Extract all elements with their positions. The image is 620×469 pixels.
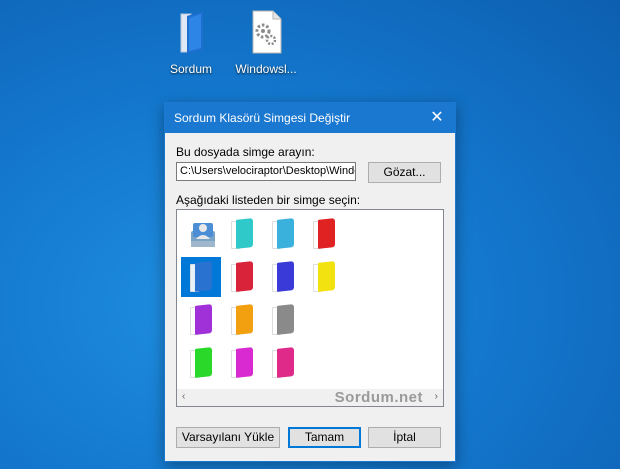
scroll-right-icon[interactable]: › [435, 391, 438, 402]
icon-cell[interactable] [181, 300, 221, 340]
icon-cell[interactable] [181, 257, 221, 297]
icon-cell[interactable] [263, 300, 303, 340]
desktop-icon-label: Windowsl... [235, 62, 297, 76]
load-default-button[interactable]: Varsayılanı Yükle [176, 427, 280, 448]
close-icon[interactable]: ✕ [419, 103, 455, 133]
file-search-label: Bu dosyada simge arayın: [176, 145, 315, 159]
blue-folder-icon [167, 8, 215, 56]
dialog-title: Sordum Klasörü Simgesi Değiştir [174, 111, 351, 125]
ok-button[interactable]: Tamam [288, 427, 361, 448]
icon-cell[interactable] [263, 214, 303, 254]
icon-list[interactable]: ‹ Sordum.net › [176, 209, 444, 407]
red-folder-icon [313, 218, 335, 249]
navy-folder-icon [272, 261, 294, 292]
icon-cell[interactable] [222, 300, 262, 340]
dialog-titlebar[interactable]: Sordum Klasörü Simgesi Değiştir ✕ [165, 103, 455, 133]
lightblue-folder-icon [272, 218, 294, 249]
desktop-icon-sordum[interactable]: Sordum [151, 8, 231, 76]
yellow-folder-icon [313, 261, 335, 292]
icon-cell[interactable] [222, 214, 262, 254]
icon-cell[interactable] [263, 343, 303, 383]
cancel-button[interactable]: İptal [368, 427, 441, 448]
icon-list-label: Aşağıdaki listeden bir simge seçin: [176, 193, 361, 207]
icon-cell[interactable] [222, 343, 262, 383]
horizontal-scrollbar[interactable]: ‹ Sordum.net › [177, 389, 443, 406]
icon-cell[interactable] [181, 343, 221, 383]
blue-folder-icon [190, 261, 212, 292]
icon-cell[interactable] [304, 214, 344, 254]
pink-folder-icon [272, 347, 294, 378]
watermark: Sordum.net [334, 389, 423, 406]
green-folder-icon [190, 347, 212, 378]
icon-cell[interactable] [181, 214, 221, 254]
icon-cell[interactable] [304, 257, 344, 297]
gray-folder-icon [272, 304, 294, 335]
icon-cell[interactable] [222, 257, 262, 297]
browse-button[interactable]: Gözat... [368, 162, 441, 183]
desktop-icon-windowsl[interactable]: Windowsl... [226, 8, 306, 76]
icon-cell[interactable] [263, 257, 303, 297]
settings-file-icon [242, 8, 290, 56]
cyan-folder-icon [231, 218, 253, 249]
scroll-left-icon[interactable]: ‹ [182, 391, 185, 402]
desktop-icon-label: Sordum [169, 62, 213, 76]
crimson-folder-icon [231, 261, 253, 292]
magenta-folder-icon [231, 347, 253, 378]
change-folder-icon-dialog: Sordum Klasörü Simgesi Değiştir ✕ Bu dos… [164, 102, 456, 462]
file-path-field[interactable]: C:\Users\velociraptor\Desktop\Windo [176, 162, 356, 181]
purple-folder-icon [190, 304, 212, 335]
users-folder-icon [190, 219, 215, 249]
orange-folder-icon [231, 304, 253, 335]
